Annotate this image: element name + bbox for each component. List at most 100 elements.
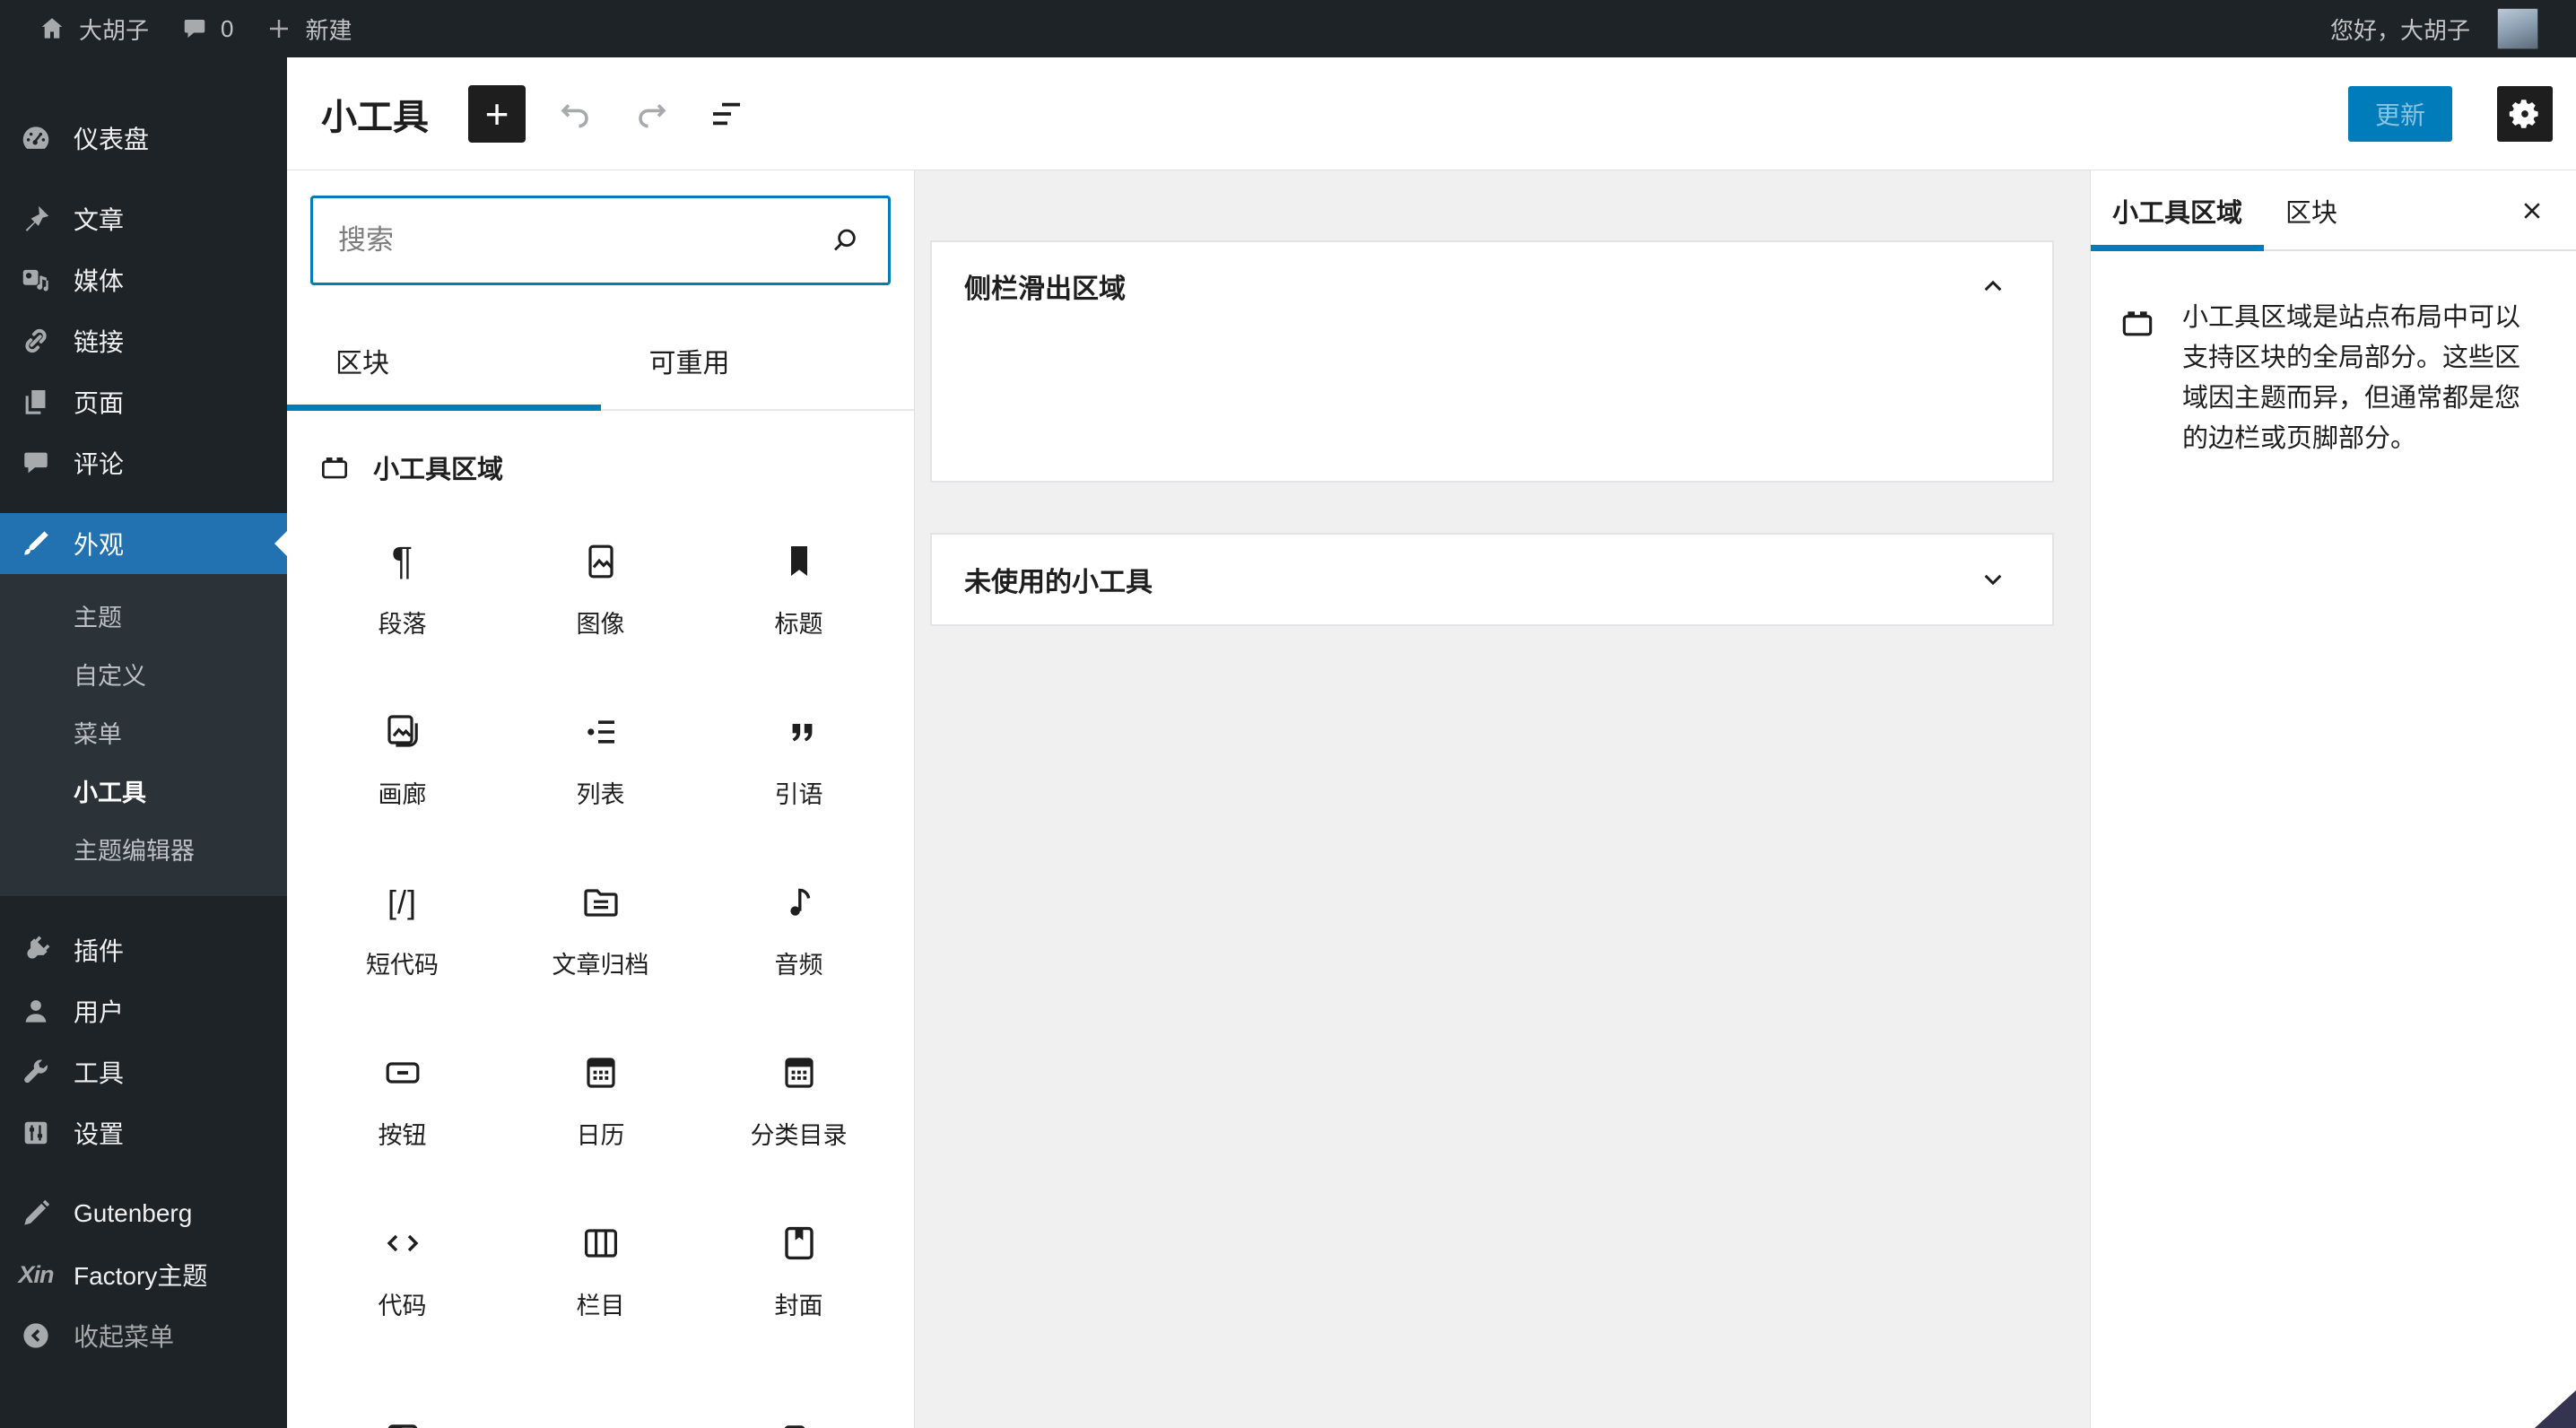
block-inserter-panel: 区块 可重用 小工具区域 ¶ 段落 图像 [287, 170, 915, 1428]
classic-block-icon [381, 1420, 424, 1428]
widget-area-title: 侧栏滑出区域 [964, 274, 1126, 304]
media-overlap-icon [778, 1420, 821, 1428]
block-item-paragraph[interactable]: ¶ 段落 [303, 504, 501, 675]
update-button[interactable]: 更新 [2347, 85, 2452, 142]
sidebar-item-label: 仪表盘 [74, 126, 150, 153]
comment-bubble-icon [181, 15, 208, 42]
redo-button[interactable] [626, 89, 676, 139]
sidebar-item-label: 工具 [74, 1059, 125, 1087]
categories-icon [778, 1051, 821, 1094]
sidebar-item-media[interactable]: 媒体 [0, 249, 287, 310]
block-item-list[interactable]: 列表 [501, 675, 700, 845]
submenu-item-themes[interactable]: 主题 [0, 587, 287, 645]
xin-logo-icon: Xin [18, 1260, 54, 1288]
folder-icon [579, 1420, 622, 1428]
widget-area-panel-sidebar-slideout: 侧栏滑出区域 [930, 240, 2054, 483]
shortcode-icon: [/] [387, 883, 417, 920]
widget-areas-description: 小工具区域是站点布局中可以支持区块的全局部分。这些区域因主题而异，但通常都是您的… [2118, 298, 2538, 459]
sidebar-item-dashboard[interactable]: 仪表盘 [0, 108, 287, 169]
block-inserter-toggle-button[interactable]: + [468, 84, 526, 143]
user-account[interactable]: 您好，大胡子 [2314, 0, 2554, 57]
sidebar-item-users[interactable]: 用户 [0, 980, 287, 1041]
sidebar-item-label: 页面 [74, 389, 125, 417]
new-label: 新建 [305, 16, 352, 44]
site-menu[interactable]: 大胡子 [22, 0, 165, 57]
block-item-archives[interactable]: 文章归档 [501, 845, 700, 1015]
block-item-columns[interactable]: 栏目 [501, 1186, 700, 1356]
sidebar-item-plugins[interactable]: 插件 [0, 919, 287, 980]
sidebar-item-factory-theme[interactable]: Xin Factory主题 [0, 1244, 287, 1305]
sidebar-item-appearance[interactable]: 外观 [0, 513, 287, 574]
block-item-gallery[interactable]: 画廊 [303, 675, 501, 845]
block-item-button[interactable]: 按钮 [303, 1015, 501, 1186]
tab-blocks[interactable]: 区块 [287, 321, 601, 411]
widget-area-icon [318, 450, 352, 484]
submenu-item-customize[interactable]: 自定义 [0, 645, 287, 703]
gallery-icon [381, 710, 424, 753]
sidebar-item-label: 用户 [74, 998, 125, 1026]
sidebar-item-settings[interactable]: 设置 [0, 1102, 287, 1163]
close-settings-button[interactable] [2488, 170, 2576, 251]
link-chain-icon [18, 323, 54, 359]
sidebar-item-label: 评论 [74, 450, 125, 478]
sliders-icon [18, 1115, 54, 1151]
block-grid: ¶ 段落 图像 标题 画廊 列表 引语 [/] 短代码 文章归档 音频 按钮 日… [287, 486, 914, 1428]
sidebar-item-links[interactable]: 链接 [0, 310, 287, 371]
tab-widget-areas[interactable]: 小工具区域 [2091, 170, 2265, 251]
block-item-code[interactable]: 代码 [303, 1186, 501, 1356]
image-icon [579, 540, 622, 583]
settings-toggle-button[interactable] [2497, 85, 2553, 142]
sidebar-item-tools[interactable]: 工具 [0, 1041, 287, 1102]
inserter-category-label: 小工具区域 [373, 456, 504, 484]
sidebar-item-comments[interactable]: 评论 [0, 432, 287, 493]
block-item-audio[interactable]: 音频 [700, 845, 898, 1015]
inserter-tabs: 区块 可重用 [287, 321, 914, 411]
block-item-cover[interactable]: 封面 [700, 1186, 898, 1356]
widget-area-panel-inactive: 未使用的小工具 [930, 533, 2054, 626]
block-item-partial-1[interactable] [303, 1356, 501, 1428]
block-item-quote[interactable]: 引语 [700, 675, 898, 845]
widget-area-header[interactable]: 侧栏滑出区域 [932, 242, 2052, 330]
editor-header: 小工具 + 更新 [287, 57, 2576, 170]
tab-block[interactable]: 区块 [2264, 170, 2359, 251]
search-input[interactable] [338, 224, 827, 257]
undo-button[interactable] [551, 89, 601, 139]
widget-area-title: 未使用的小工具 [964, 568, 1153, 597]
comment-bubble-icon [18, 445, 54, 481]
code-icon [381, 1222, 424, 1265]
archive-folder-icon [579, 881, 622, 924]
description-text: 小工具区域是站点布局中可以支持区块的全局部分。这些区域因主题而异，但通常都是您的… [2182, 303, 2521, 453]
submenu-item-theme-editor[interactable]: 主题编辑器 [0, 820, 287, 878]
collapse-menu[interactable]: 收起菜单 [0, 1305, 287, 1366]
block-item-categories[interactable]: 分类目录 [700, 1015, 898, 1186]
sidebar-item-label: 外观 [74, 531, 125, 559]
settings-tabs: 小工具区域 区块 [2091, 170, 2576, 251]
sidebar-item-label: 设置 [74, 1120, 125, 1148]
tab-reusable[interactable]: 可重用 [601, 321, 915, 411]
list-view-button[interactable] [701, 89, 752, 139]
block-item-shortcode[interactable]: [/] 短代码 [303, 845, 501, 1015]
pencil-icon [18, 1196, 54, 1232]
widgets-canvas: 侧栏滑出区域 未使用的小工具 [915, 170, 2090, 1428]
submenu-item-widgets[interactable]: 小工具 [0, 762, 287, 820]
new-content[interactable]: 新建 [249, 0, 368, 57]
quote-icon [778, 710, 821, 753]
block-item-heading[interactable]: 标题 [700, 504, 898, 675]
block-item-image[interactable]: 图像 [501, 504, 700, 675]
sidebar-item-gutenberg[interactable]: Gutenberg [0, 1183, 287, 1244]
sidebar-item-pages[interactable]: 页面 [0, 371, 287, 432]
submenu-item-menus[interactable]: 菜单 [0, 703, 287, 762]
comments-shortcut[interactable]: 0 [165, 0, 249, 57]
settings-sidebar: 小工具区域 区块 小工具区域是站点布局中可以支持区块的全局部分。这些区域因主题而… [2090, 170, 2576, 1428]
block-item-partial-3[interactable] [700, 1356, 898, 1428]
block-item-partial-2[interactable] [501, 1356, 700, 1428]
block-search-box[interactable] [310, 196, 891, 285]
sidebar-item-posts[interactable]: 文章 [0, 188, 287, 249]
pages-icon [18, 384, 54, 420]
block-item-calendar[interactable]: 日历 [501, 1015, 700, 1186]
sidebar-item-label: Gutenberg [74, 1199, 193, 1227]
widget-area-body[interactable] [932, 330, 2052, 474]
cover-icon [778, 1222, 821, 1265]
collapse-arrow-icon [18, 1318, 54, 1354]
widget-area-header[interactable]: 未使用的小工具 [932, 535, 2052, 624]
